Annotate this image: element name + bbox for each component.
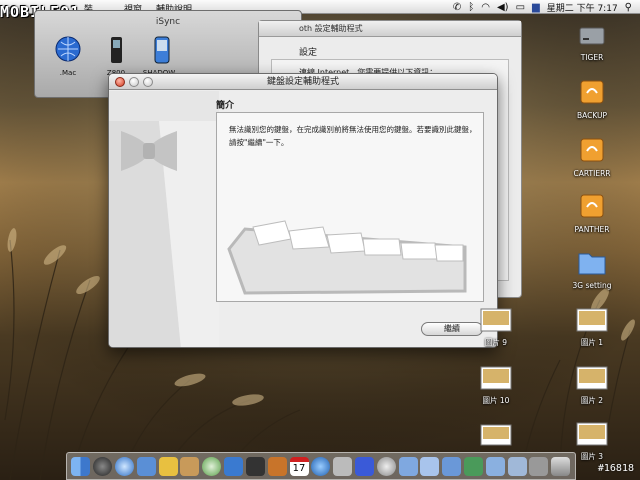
phone-icon [102,35,130,65]
menubar-clock[interactable]: 星期二 下午 7:17 [547,1,618,14]
dashboard-icon[interactable] [93,456,113,476]
desktop-drive-panther[interactable]: PANTHER [562,192,622,234]
ical-icon[interactable]: 17 [289,456,309,476]
menubar-status-area: ✆ ᛒ ◠ ◀) ▭ ▆ 星期二 下午 7:17 ⚲ [453,1,632,14]
drive-label: CARTIERR [573,169,611,178]
zoom-button[interactable] [143,77,153,87]
iphoto-icon[interactable] [224,456,244,476]
keyboard-illustration [227,220,467,295]
minimize-button[interactable] [129,77,139,87]
folder-icon[interactable] [420,456,440,476]
desktop-picture-2[interactable]: 圖片 2 [562,366,622,406]
drive-label: TIGER [580,53,604,62]
picture-label: 圖片 2 [580,396,604,405]
spotlight-icon[interactable]: ⚲ [625,2,632,13]
firewire-drive-icon [580,138,604,162]
safari-icon[interactable] [115,456,135,476]
picture-file-icon [480,366,512,390]
ichat-icon[interactable] [158,456,178,476]
addressbook-icon[interactable] [180,456,200,476]
picture-file-icon [480,424,512,446]
back-window-title: oth 設定輔助程式 [259,21,521,37]
garageband-icon[interactable] [267,456,287,476]
wifi-icon[interactable]: ◠ [481,2,490,13]
bluetooth-icon[interactable]: ᛒ [468,2,474,13]
picture-file-icon [576,308,608,332]
itunes-icon[interactable] [202,456,222,476]
back-window-heading: 設定 [299,48,318,58]
desktop-drive-backup[interactable]: BACKUP [562,78,622,120]
hard-drive-icon [579,27,605,45]
isync-device-z800[interactable]: Z800 [91,35,141,77]
folder-icon[interactable] [464,456,484,476]
mail-icon[interactable] [136,456,156,476]
device-label: .Mac [59,69,77,77]
folder-icon[interactable] [442,456,462,476]
imovie-icon[interactable] [245,456,265,476]
keychain-icon[interactable] [333,456,353,476]
desktop-folder-3g-setting[interactable]: 3G setting [562,248,622,290]
input-menu-flag-icon[interactable]: ▆ [532,2,540,13]
keyboard-setup-dialog: 鍵盤設定輔助程式 簡介 無法識別您的鍵盤，在完成識別前將無法使用您的鍵盤。若要識… [108,73,498,348]
folder-icon[interactable] [398,456,418,476]
volume-icon[interactable]: ◀) [497,2,509,13]
desktop-picture-9[interactable]: 圖片 9 [466,308,526,348]
desktop-drive-tiger[interactable]: TIGER [562,22,622,62]
credit-id: #16818 [597,463,634,474]
picture-label: 圖片 9 [484,338,508,347]
desktop-drive-cartierr[interactable]: CARTIERR [562,136,622,178]
firewire-drive-icon [580,80,604,104]
dialog-title: 鍵盤設定輔助程式 [266,77,339,87]
folder-icon [578,253,606,275]
trash-icon[interactable] [551,456,571,476]
isync-device-dotmac[interactable]: .Mac [43,35,93,77]
drive-label: PANTHER [574,225,610,234]
battery-icon[interactable]: ▭ [516,2,525,13]
pda-icon [148,35,176,65]
dialog-heading: 簡介 [216,101,235,111]
picture-label: 圖片 10 [482,396,510,405]
close-button[interactable] [115,77,125,87]
bluetooth-icon[interactable] [354,456,374,476]
folder-label: 3G setting [572,281,612,290]
phone-icon[interactable]: ✆ [453,2,461,13]
folder-icon[interactable] [485,456,505,476]
quicktime-icon[interactable] [311,456,331,476]
dialog-message: 無法識別您的鍵盤，在完成識別前將無法使用您的鍵盤。若要識別此鍵盤，請按"繼續"一… [229,125,477,147]
isync-icon[interactable] [376,456,396,476]
drive-label: BACKUP [576,111,608,120]
dotmac-globe-icon [54,35,82,65]
dialog-titlebar: 鍵盤設定輔助程式 [109,74,497,90]
picture-file-icon [576,422,608,446]
picture-file-icon [480,308,512,332]
dialog-content-box: 無法識別您的鍵盤，在完成識別前將無法使用您的鍵盤。若要識別此鍵盤，請按"繼續"一… [216,112,484,302]
desktop-picture-partial[interactable] [466,424,526,451]
firewire-drive-icon [580,194,604,218]
picture-label: 圖片 1 [580,338,604,347]
window-controls [115,77,153,87]
drive-icon[interactable] [529,456,549,476]
dock: 17 [66,452,576,480]
desktop-picture-10[interactable]: 圖片 10 [466,366,526,406]
picture-file-icon [576,366,608,390]
isync-device-shadow[interactable]: SHADOW... [137,35,187,77]
finder-icon[interactable] [71,456,91,476]
desktop-picture-1[interactable]: 圖片 1 [562,308,622,348]
folder-icon[interactable] [507,456,527,476]
tuxedo-illustration [109,91,219,347]
